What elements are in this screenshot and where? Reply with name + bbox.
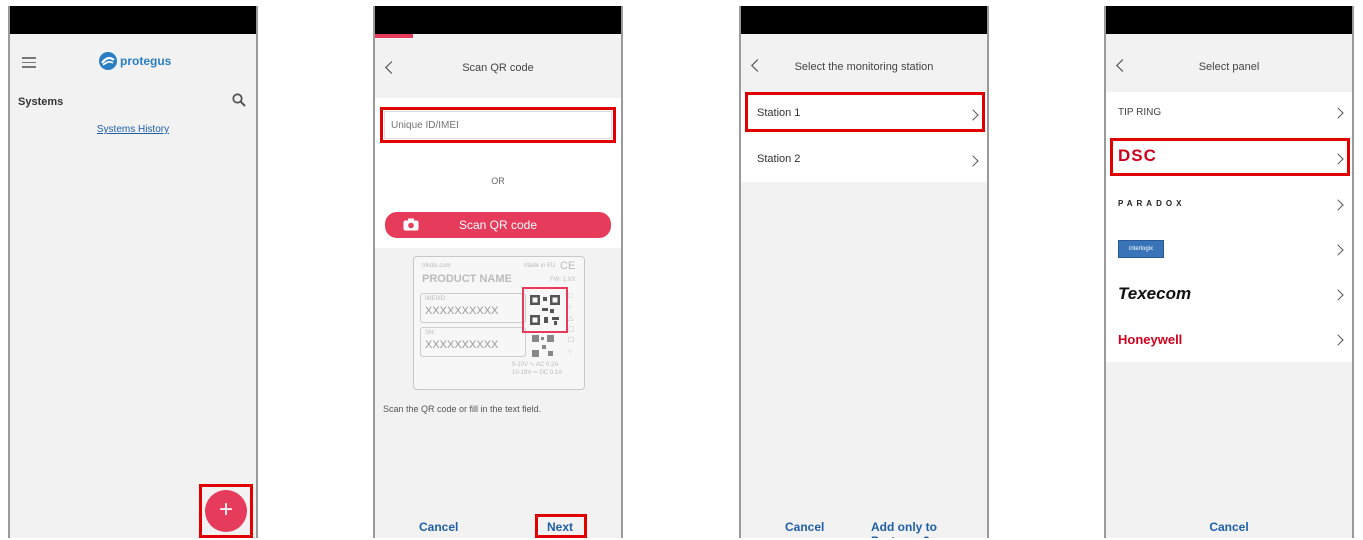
imei-value: XXXXXXXXXX	[425, 305, 499, 317]
paradox-logo: PARADOX	[1118, 199, 1186, 208]
status-bar	[375, 6, 621, 34]
screen-title: Scan QR code	[462, 62, 534, 74]
phone-screen-monitoring-station: Select the monitoring station Station 1 …	[739, 6, 989, 538]
status-bar	[741, 6, 987, 34]
chevron-right-icon	[1332, 334, 1344, 346]
brand-logo: protegus	[98, 50, 171, 72]
status-bar	[10, 6, 256, 34]
panel-name-tip-ring: TIP RING	[1118, 107, 1162, 118]
small-qr-code-icon	[532, 335, 554, 357]
screen-title: Select panel	[1198, 61, 1260, 73]
phone-screen-scan-qr: Scan QR code OR Scan QR code trikdis.com…	[373, 6, 623, 538]
label-made-in: Made in EU	[524, 263, 556, 269]
screen-title: Select the monitoring station	[794, 61, 934, 73]
chevron-right-icon	[1332, 107, 1344, 119]
panel-list-item[interactable]: Texecom	[1106, 272, 1352, 319]
chevron-right-icon	[1332, 289, 1344, 301]
imei-label: IMEI/ID:	[425, 296, 447, 302]
cancel-button[interactable]: Cancel	[1106, 520, 1352, 534]
camera-icon	[403, 218, 419, 231]
sn-box: SN: XXXXXXXXXX	[420, 327, 526, 357]
cancel-button[interactable]: Cancel	[419, 520, 458, 534]
progress-indicator	[375, 34, 413, 38]
panel-list-item[interactable]: interlogix	[1106, 228, 1352, 273]
chevron-right-icon	[1332, 199, 1344, 211]
label-power-dc: 10-18V ⎓ DC 0.1A	[512, 370, 563, 376]
station-name: Station 2	[757, 153, 801, 165]
phone-screen-systems: protegus Systems Systems History +	[8, 6, 258, 538]
or-separator: OR	[491, 176, 505, 186]
unique-id-input[interactable]	[384, 111, 612, 139]
station-1-highlight	[745, 92, 985, 132]
sn-value: XXXXXXXXXX	[425, 339, 499, 351]
interlogix-logo-text: interlogix	[1128, 246, 1153, 252]
add-only-protegus-button[interactable]: Add only to Protegus2	[871, 520, 987, 538]
texecom-logo: Texecom	[1118, 284, 1192, 303]
label-brand: trikdis.com	[422, 263, 451, 269]
chevron-right-icon	[1332, 244, 1344, 256]
ce-mark-icon: CE	[560, 260, 576, 272]
label-product-name: PRODUCT NAME	[422, 273, 512, 285]
dsc-highlight	[1110, 138, 1350, 176]
panel-list-item[interactable]: PARADOX	[1106, 182, 1352, 229]
plus-icon: +	[218, 496, 233, 523]
scan-qr-button[interactable]: Scan QR code	[385, 212, 611, 238]
panel-list-item[interactable]: Honeywell	[1106, 318, 1352, 362]
interlogix-logo: interlogix	[1118, 240, 1164, 258]
label-certification-icons: □ ○ △ ▢ ☐ ○	[568, 293, 575, 355]
label-power-ac: 9-10V ∿ AC 0.2A	[512, 362, 559, 368]
device-label-illustration: trikdis.com Made in EU CE PRODUCT NAME F…	[413, 256, 585, 390]
scan-hint: Scan the QR code or fill in the text fie…	[383, 404, 542, 414]
sn-label: SN:	[425, 330, 436, 336]
protegus-logo-icon	[99, 52, 117, 70]
honeywell-logo: Honeywell	[1118, 332, 1183, 347]
next-button[interactable]: Next	[547, 520, 573, 534]
section-title: Systems	[18, 96, 64, 108]
systems-history-link[interactable]: Systems History	[10, 124, 256, 135]
brand-name: protegus	[120, 54, 172, 68]
add-system-button[interactable]: +	[205, 490, 247, 532]
phone-screen-select-panel: Select panel TIP RING DSC PARADOX interl…	[1104, 6, 1354, 538]
menu-icon[interactable]	[22, 54, 36, 71]
station-list-item[interactable]: Station 2	[741, 136, 987, 182]
panel-list-item[interactable]: TIP RING	[1106, 92, 1352, 137]
qr-code-icon	[530, 295, 560, 325]
imei-box: IMEI/ID: XXXXXXXXXX	[420, 293, 526, 323]
status-bar	[1106, 6, 1352, 34]
search-icon[interactable]	[232, 93, 246, 107]
chevron-right-icon	[967, 155, 979, 167]
scan-qr-button-label: Scan QR code	[458, 218, 538, 232]
label-fw: FW: 1.XX	[550, 277, 576, 283]
cancel-button[interactable]: Cancel	[785, 520, 824, 534]
